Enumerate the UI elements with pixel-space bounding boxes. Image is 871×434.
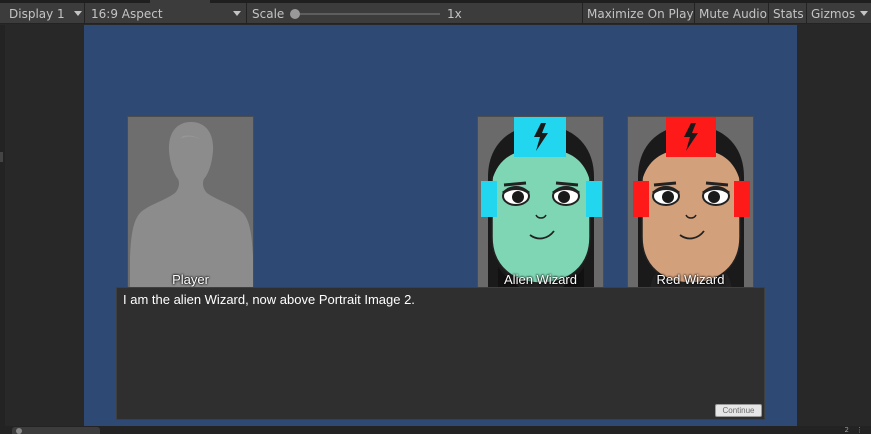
bottom-tab-bar: 2 ⋮ xyxy=(0,426,871,434)
game-view: Display 1 16:9 Aspect Scale 1x Maximize … xyxy=(0,0,871,434)
chevron-down-icon xyxy=(233,11,241,16)
scale-label: Scale xyxy=(252,3,284,24)
stats-label: Stats xyxy=(773,6,804,21)
scale-slider-knob[interactable] xyxy=(290,9,300,19)
mute-audio-button[interactable]: Mute Audio xyxy=(695,3,771,24)
stats-button[interactable]: Stats xyxy=(769,3,808,24)
portrait-alien-wizard: Alien Wizard xyxy=(477,116,604,288)
bottom-tab[interactable] xyxy=(12,427,100,434)
maximize-label: Maximize On Play xyxy=(587,6,694,21)
gizmos-dropdown[interactable]: Gizmos xyxy=(807,3,859,24)
display-label: Display 1 xyxy=(9,6,65,21)
portrait-name: Player xyxy=(172,272,209,287)
alien-wizard-face-icon xyxy=(478,117,603,287)
player-silhouette-icon xyxy=(128,117,253,287)
panel-handle xyxy=(0,152,3,162)
aspect-dropdown[interactable]: 16:9 Aspect xyxy=(85,3,246,24)
scale-value: 1x xyxy=(447,3,462,24)
portrait-red-wizard: Red Wizard xyxy=(627,116,754,288)
portrait-name: Alien Wizard xyxy=(504,272,577,287)
portrait-name: Red Wizard xyxy=(656,272,725,287)
portrait-player: Player xyxy=(127,116,254,288)
chevron-down-icon xyxy=(74,11,82,16)
more-menu-icon[interactable]: ⋮ xyxy=(856,426,863,434)
maximize-on-play-button[interactable]: Maximize On Play xyxy=(583,3,698,24)
continue-button[interactable]: Continue xyxy=(715,404,762,417)
aspect-label: 16:9 Aspect xyxy=(91,6,163,21)
chevron-down-icon xyxy=(860,11,868,16)
tab-icon xyxy=(16,428,22,434)
scale-value-text: 1x xyxy=(447,6,462,21)
game-toolbar: Display 1 16:9 Aspect Scale 1x Maximize … xyxy=(0,3,871,24)
left-panel-edge xyxy=(0,25,5,431)
scale-slider[interactable] xyxy=(292,13,440,15)
right-panel-edge xyxy=(797,25,871,426)
bottom-count: 2 xyxy=(844,426,849,434)
dialog-text: I am the alien Wizard, now above Portrai… xyxy=(123,292,415,307)
scale-label-text: Scale xyxy=(252,6,285,21)
toolbar-divider xyxy=(246,3,247,24)
display-dropdown[interactable]: Display 1 xyxy=(0,3,84,24)
dialog-box: I am the alien Wizard, now above Portrai… xyxy=(116,287,765,420)
gizmos-label: Gizmos xyxy=(811,6,856,21)
mute-label: Mute Audio xyxy=(699,6,767,21)
red-wizard-face-icon xyxy=(628,117,753,287)
